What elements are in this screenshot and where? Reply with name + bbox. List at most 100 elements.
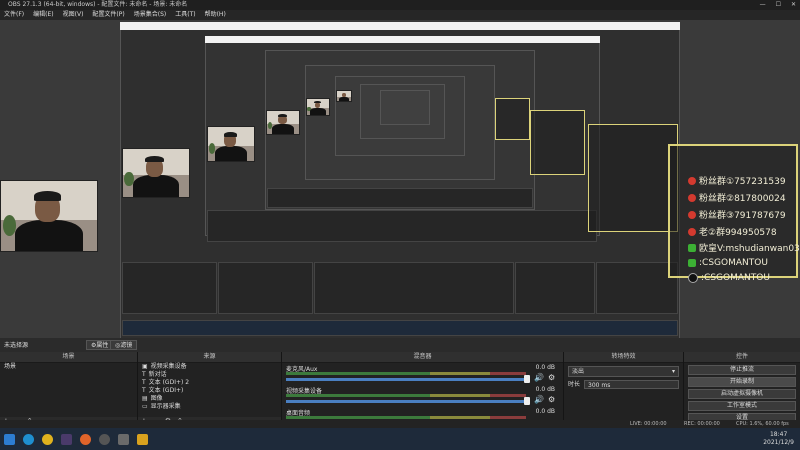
mixer-channel: 视频采集设备 0.0 dB 🔊 ⚙ (282, 385, 563, 407)
windows-start-icon[interactable] (4, 433, 15, 445)
nested-dock-transitions (515, 262, 595, 314)
qq-icon (688, 193, 696, 202)
image-icon: ▤ (142, 395, 148, 402)
mixer-channel: 麦克风/Aux 0.0 dB 🔊 ⚙ (282, 363, 563, 385)
menu-scene-collection[interactable]: 场景集合(S) (134, 10, 167, 20)
clock-time: 18:47 (769, 431, 788, 438)
taskbar: 18:47 2021/12/9 (0, 428, 800, 450)
nested-dock-mid (207, 210, 597, 242)
qq-icon (688, 227, 696, 236)
nested-dock-mixer (314, 262, 514, 314)
window-titlebar: OBS 27.1.3 (64-bit, windows) - 配置文件: 未命名… (0, 0, 800, 10)
display-icon: ▭ (142, 403, 148, 410)
nested-dock-sources (218, 262, 313, 314)
sources-panel: 来源 ▣ 视频采集设备 T 新对话 T 文本 (GDI+) 2 T 文本 (GDI+) … (138, 352, 282, 426)
source-item[interactable]: ▤ 图像 (138, 395, 281, 403)
nested-dock-small (267, 188, 533, 208)
text-icon: T (142, 387, 146, 394)
camera-icon: ▣ (142, 363, 148, 370)
text-icon: T (142, 371, 146, 378)
app-icon[interactable] (61, 433, 72, 445)
qq-icon (688, 210, 696, 219)
qq-icon (688, 176, 696, 185)
duration-input[interactable]: 300 ms (584, 380, 679, 389)
sources-header: 来源 (138, 352, 281, 363)
menu-help[interactable]: 帮助(H) (205, 10, 226, 20)
transitions-header: 转场特效 (564, 352, 683, 363)
volume-knob[interactable] (524, 375, 530, 383)
virtual-camera-button[interactable]: 启动虚拟摄像机 (688, 389, 796, 399)
level-meter (286, 416, 526, 419)
menu-profile[interactable]: 配置文件(P) (92, 10, 124, 20)
transitions-panel: 转场特效 淡出 ▾ 时长 300 ms (564, 352, 684, 426)
start-recording-button[interactable]: 开始录制 (688, 377, 796, 387)
scenes-panel: 场景 场景 + − ⌃ ⌄ (0, 352, 138, 426)
level-meter (286, 372, 526, 375)
webcam-feed (122, 148, 190, 198)
scene-item[interactable]: 场景 (0, 363, 137, 371)
overlay-line: 老②群994950578 (688, 223, 796, 240)
maximize-button[interactable]: ☐ (776, 0, 781, 10)
live-status: LIVE: 00:00:00 (630, 421, 667, 427)
overlay-line: 粉丝群②817800024 (688, 189, 796, 206)
speaker-icon[interactable]: 🔊 (534, 395, 544, 404)
source-item[interactable]: T 文本 (GDI+) (138, 387, 281, 395)
source-item[interactable]: ▭ 显示器采集 (138, 403, 281, 411)
nested-info-overlay (495, 98, 530, 140)
nested-info-overlay (588, 124, 678, 232)
menu-edit[interactable]: 编辑(E) (33, 10, 53, 20)
volume-knob[interactable] (524, 397, 530, 405)
wechat-icon (688, 258, 696, 267)
menu-view[interactable]: 视图(V) (63, 10, 84, 20)
nested-titlebar (120, 22, 680, 30)
chevron-down-icon: ▾ (671, 368, 675, 375)
edge-icon[interactable] (23, 433, 34, 445)
nested-dock-controls (596, 262, 678, 314)
controls-panel: 控件 停止推流 开始录制 启动虚拟摄像机 工作室模式 设置 退出 (684, 352, 800, 435)
transition-select[interactable]: 淡出 ▾ (568, 366, 679, 377)
menu-file[interactable]: 文件(F) (4, 10, 24, 20)
firefox-icon[interactable] (80, 433, 91, 445)
overlay-line: :CSGOMANTOU (688, 270, 796, 285)
app-icon[interactable] (118, 433, 129, 445)
info-overlay: 粉丝群①757231539 粉丝群②817800024 粉丝群③79178767… (668, 144, 800, 283)
wechat-icon (688, 243, 696, 252)
gear-icon[interactable]: ⚙ (548, 395, 555, 404)
status-bar: LIVE: 00:00:00 REC: 00:00:00 CPU: 1.6%, … (0, 420, 800, 428)
obs-icon[interactable] (99, 433, 110, 445)
volume-slider[interactable] (286, 400, 526, 403)
overlay-line: 欧皇V:mshudianwan03 (688, 240, 800, 255)
source-item[interactable]: T 文本 (GDI+) 2 (138, 379, 281, 387)
webcam-feed (306, 98, 330, 116)
cpu-status: CPU: 1.6%, 60.00 fps (736, 421, 789, 427)
system-clock[interactable]: 18:47 2021/12/9 (763, 431, 794, 447)
mixer-header: 混音器 (282, 352, 563, 363)
app-icon[interactable] (137, 433, 148, 445)
webcam-feed (207, 126, 255, 162)
gear-icon[interactable]: ⚙ (548, 373, 555, 382)
tiktok-icon (688, 272, 698, 283)
channel-db: 0.0 dB (535, 386, 555, 393)
source-item[interactable]: ▣ 视频采集设备 (138, 363, 281, 371)
stop-streaming-button[interactable]: 停止推流 (688, 365, 796, 375)
source-toolbar: 未选择源 ⚙属性 ◎滤镜 (0, 338, 800, 353)
close-button[interactable]: ✕ (791, 0, 796, 10)
rec-status: REC: 00:00:00 (684, 421, 720, 427)
overlay-line: :CSGOMANTOU (688, 255, 796, 270)
menu-tools[interactable]: 工具(T) (175, 10, 195, 20)
minimize-button[interactable]: — (760, 0, 766, 10)
nested-frame (380, 90, 430, 125)
volume-slider[interactable] (286, 378, 526, 381)
speaker-icon[interactable]: 🔊 (534, 373, 544, 382)
nested-titlebar (205, 36, 600, 43)
filters-button[interactable]: ◎滤镜 (110, 340, 138, 350)
docks-area: 未选择源 ⚙属性 ◎滤镜 场景 场景 + − ⌃ ⌄ 来源 ▣视频采集设备 T新… (0, 338, 800, 435)
chrome-icon[interactable] (42, 433, 53, 445)
nested-dock-scenes (122, 262, 217, 314)
studio-mode-button[interactable]: 工作室模式 (688, 401, 796, 411)
source-item[interactable]: T 新对话 (138, 371, 281, 379)
webcam-feed (336, 90, 352, 102)
preview-canvas[interactable]: 粉丝群①757231539 粉丝群②817800024 粉丝群③79178767… (0, 20, 800, 338)
clock-date: 2021/12/9 (763, 439, 794, 446)
channel-db: 0.0 dB (535, 364, 555, 371)
